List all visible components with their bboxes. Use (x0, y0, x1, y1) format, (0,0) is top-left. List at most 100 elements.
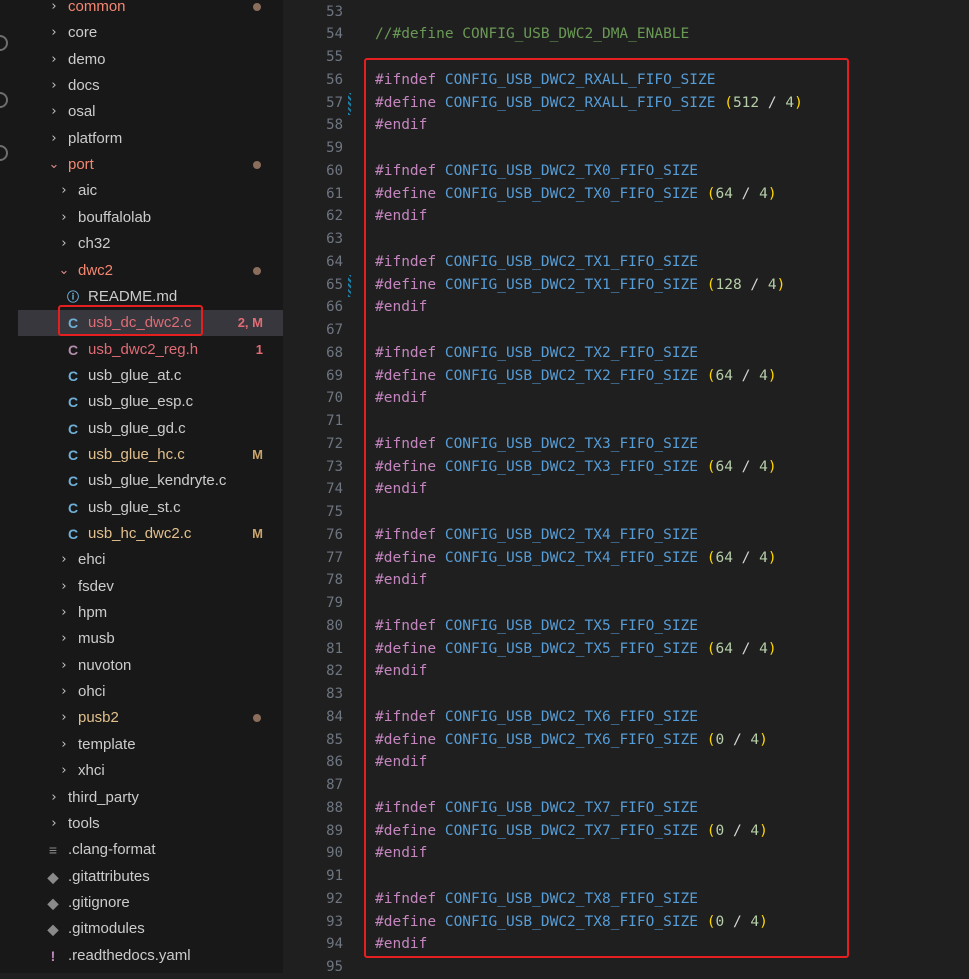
line-number: 82 (326, 663, 343, 680)
tree-item[interactable]: ! .readthedocs.yaml (18, 943, 283, 969)
tree-item-label: usb_glue_gd.c (88, 419, 186, 437)
chevron-right-icon[interactable]: › (48, 20, 60, 46)
gutter-modified-marker[interactable] (348, 92, 351, 115)
tree-item[interactable]: ⌄ port (18, 152, 283, 178)
tree-item-label: hpm (78, 604, 108, 622)
chevron-right-icon[interactable]: › (48, 0, 60, 20)
chevron-right-icon[interactable]: › (48, 47, 60, 73)
tree-item[interactable]: › fsdev (18, 574, 283, 600)
tree-item[interactable]: › tools (18, 811, 283, 837)
tree-item[interactable]: › common (18, 0, 283, 20)
line-number: 73 (326, 458, 343, 475)
tree-item-label: usb_glue_hc.c (88, 445, 185, 463)
tree-item[interactable]: › ch32 (18, 231, 283, 257)
chevron-right-icon[interactable]: › (58, 705, 70, 731)
tree-item[interactable]: › docs (18, 73, 283, 99)
tree-item[interactable]: Cusb_glue_at.c (18, 363, 283, 389)
tree-item[interactable]: › core (18, 20, 283, 46)
run-debug-icon[interactable] (0, 92, 8, 108)
tree-item[interactable]: › third_party (18, 785, 283, 811)
file-highlight-box (58, 305, 203, 336)
chevron-right-icon[interactable]: › (48, 811, 60, 837)
tree-item[interactable]: ◆ .gitattributes (18, 864, 283, 890)
tree-item-label: docs (68, 77, 100, 95)
tree-item[interactable]: › demo (18, 47, 283, 73)
chevron-right-icon[interactable]: › (48, 126, 60, 152)
tree-item[interactable]: › hpm (18, 600, 283, 626)
chevron-right-icon[interactable]: › (58, 574, 70, 600)
gutter-modified-marker[interactable] (348, 274, 351, 297)
tree-item-label: nuvoton (78, 656, 132, 674)
chevron-right-icon[interactable]: › (58, 679, 70, 705)
tree-item-label: usb_glue_esp.c (88, 393, 194, 411)
modified-dot-icon (253, 266, 261, 275)
tree-item-label: .gitignore (68, 893, 130, 911)
tree-item[interactable]: › template (18, 732, 283, 758)
line-number: 78 (326, 572, 343, 589)
tree-item[interactable]: ⌄ dwc2 (18, 258, 283, 284)
tree-item[interactable]: ◆ .gitignore (18, 890, 283, 916)
tree-item[interactable]: ◆ .gitmodules (18, 916, 283, 942)
tree-item[interactable]: › ohci (18, 679, 283, 705)
line-number: 91 (326, 868, 343, 884)
explorer-sidebar: › common › core › demo › docs › osal › platform ⌄ por… (18, 0, 283, 973)
line-number: 69 (326, 367, 343, 384)
chevron-right-icon[interactable]: › (58, 231, 70, 257)
chevron-right-icon[interactable]: › (58, 178, 70, 204)
status-badge: M (252, 446, 263, 462)
line-number: 89 (326, 822, 343, 839)
tree-item[interactable]: ≡ .clang-format (18, 837, 283, 863)
extensions-icon[interactable] (0, 145, 8, 161)
tree-item-label: demo (68, 50, 106, 68)
tree-item-label: tools (68, 814, 100, 832)
status-badge: 2, M (237, 315, 263, 331)
line-number: 66 (326, 299, 343, 316)
tree-item[interactable]: › osal (18, 99, 283, 125)
tree-item[interactable]: Cusb_glue_hc.c M (18, 442, 283, 468)
tree-item-label: usb_glue_at.c (88, 366, 182, 384)
tree-item[interactable]: › aic (18, 178, 283, 204)
line-number: 84 (326, 708, 343, 725)
chevron-right-icon[interactable]: › (58, 547, 70, 573)
line-number: 92 (326, 890, 343, 907)
source-control-icon[interactable] (0, 35, 8, 51)
chevron-right-icon[interactable]: › (58, 626, 70, 652)
tree-item-label: .gitmodules (68, 920, 145, 938)
tree-item[interactable]: › nuvoton (18, 653, 283, 679)
tree-item[interactable]: Cusb_glue_esp.c (18, 389, 283, 415)
tree-item[interactable]: Cusb_glue_st.c (18, 495, 283, 521)
tree-item[interactable]: › ehci (18, 547, 283, 573)
file-icon: C (67, 367, 79, 384)
code-token: //#define CONFIG_USB_DWC2_DMA_ENABLE (375, 26, 690, 43)
tree-item[interactable]: › xhci (18, 758, 283, 784)
tree-item[interactable]: Cusb_glue_gd.c (18, 416, 283, 442)
line-number: 86 (326, 754, 343, 771)
tree-item-label: core (68, 24, 98, 42)
chevron-right-icon[interactable]: › (58, 600, 70, 626)
tree-item[interactable]: Cusb_glue_kendryte.c (18, 468, 283, 494)
tree-item[interactable]: › bouffalolab (18, 205, 283, 231)
chevron-right-icon[interactable]: › (58, 653, 70, 679)
chevron-right-icon[interactable]: › (58, 758, 70, 784)
code-line[interactable]: //#define CONFIG_USB_DWC2_DMA_ENABLE (375, 23, 689, 46)
chevron-right-icon[interactable]: › (58, 205, 70, 231)
tree-item[interactable]: Cusb_hc_dwc2.c M (18, 521, 283, 547)
tree-item-label: platform (68, 129, 123, 147)
chevron-right-icon[interactable]: › (48, 73, 60, 99)
sidebar-scrollbar[interactable] (283, 0, 291, 973)
tree-item[interactable]: Cusb_dwc2_reg.h 1 (18, 337, 283, 363)
tree-item[interactable]: › platform (18, 126, 283, 152)
tree-item-label: musb (78, 630, 115, 648)
chevron-down-icon[interactable]: ⌄ (48, 152, 60, 178)
tree-item-label: .clang-format (68, 841, 156, 859)
line-number: 68 (326, 344, 343, 361)
chevron-right-icon[interactable]: › (48, 99, 60, 125)
chevron-right-icon[interactable]: › (58, 732, 70, 758)
chevron-right-icon[interactable]: › (48, 785, 60, 811)
chevron-down-icon[interactable]: ⌄ (58, 258, 70, 284)
file-icon: ◆ (47, 868, 59, 885)
tree-item-label: template (78, 735, 136, 753)
tree-item[interactable]: › musb (18, 626, 283, 652)
tree-item[interactable]: › pusb2 (18, 705, 283, 731)
line-number: 55 (326, 49, 343, 65)
